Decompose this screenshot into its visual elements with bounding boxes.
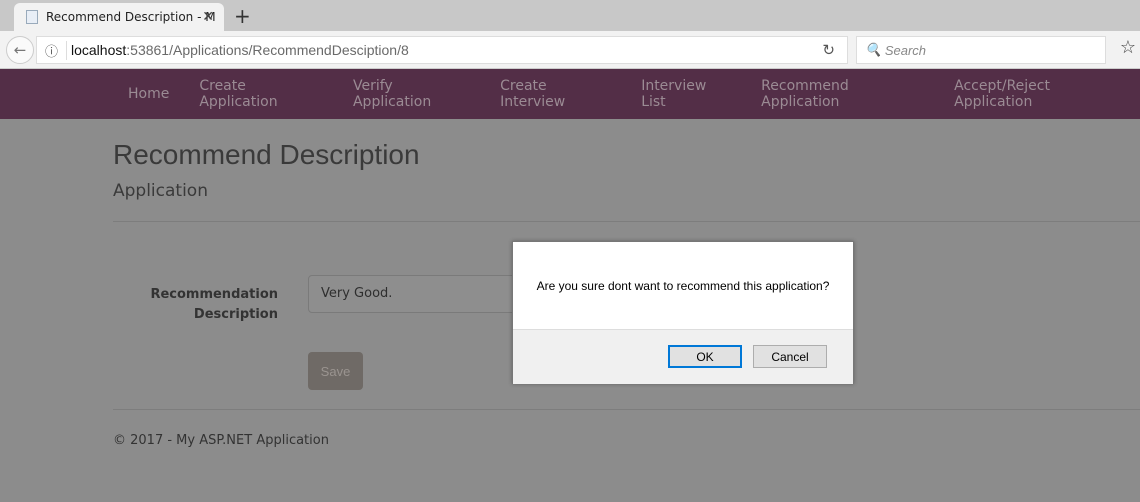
page-subtitle: Application [113,181,208,201]
back-arrow-icon[interactable]: ← [6,36,34,64]
nav-interview-list[interactable]: Interview List [641,78,731,110]
search-input[interactable]: 🔍 Search [856,36,1106,64]
nav-home[interactable]: Home [128,86,169,102]
save-button[interactable]: Save [308,352,363,390]
recommendation-description-label: Recommendation Description [150,287,278,322]
info-icon[interactable]: ⓘ [37,40,67,60]
search-placeholder: Search [884,42,927,58]
confirm-dialog: Are you sure dont want to recommend this… [512,241,854,384]
tab-title: Recommend Description - M [46,10,216,24]
navbar: Home Create Application Verify Applicati… [0,69,1140,119]
address-bar[interactable]: ⓘ localhost:53861/Applications/Recommend… [36,36,848,64]
url-path: :53861/Applications/RecommendDesciption/… [126,42,409,58]
bookmark-star-icon[interactable]: ☆ [1120,37,1136,58]
reload-icon[interactable]: ↻ [822,41,835,59]
tab-strip: Recommend Description - M ✕ + [0,0,1140,31]
new-tab-icon[interactable]: + [234,4,251,28]
cancel-button[interactable]: Cancel [753,345,827,368]
search-icon: 🔍 [865,42,885,57]
dialog-message: Are you sure dont want to recommend this… [536,278,830,293]
dialog-button-bar: OK Cancel [513,329,853,384]
nav-verify-application[interactable]: Verify Application [353,78,470,110]
footer-divider [113,409,1140,410]
toolbar: ← ⓘ localhost:53861/Applications/Recomme… [0,31,1140,69]
close-tab-icon[interactable]: ✕ [202,9,214,25]
browser-tab[interactable]: Recommend Description - M ✕ [14,3,224,31]
footer-text: © 2017 - My ASP.NET Application [113,433,329,448]
nav-accept-reject-application[interactable]: Accept/Reject Application [954,78,1125,110]
nav-recommend-application[interactable]: Recommend Application [761,78,924,110]
page-favicon-icon [26,10,38,24]
ok-button[interactable]: OK [668,345,742,368]
nav-create-interview[interactable]: Create Interview [500,78,611,110]
page-title: Recommend Description [113,139,420,170]
nav-create-application[interactable]: Create Application [199,78,323,110]
divider [113,221,1140,222]
url-host: localhost [71,42,127,58]
